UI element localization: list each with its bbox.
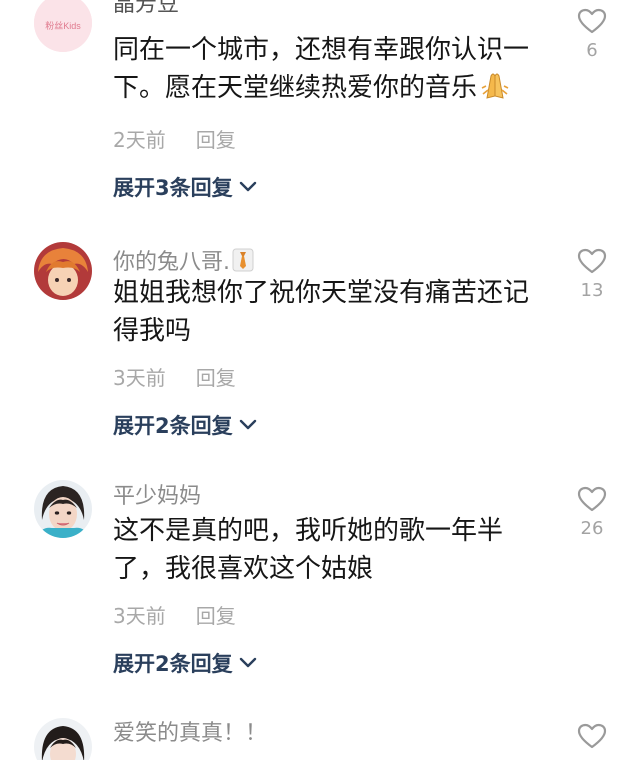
reply-button[interactable]: 回复: [196, 604, 236, 628]
avatar[interactable]: [34, 480, 92, 538]
avatar[interactable]: [34, 718, 92, 760]
photo-avatar-icon: [34, 718, 92, 760]
heart-icon: [577, 486, 607, 512]
comment-meta: 3天前 回复: [113, 600, 236, 629]
comment-time: 2天前: [113, 128, 166, 152]
chevron-down-icon: [239, 181, 256, 192]
comment-username-text: 你的兔八哥.: [113, 250, 230, 275]
chevron-down-icon: [239, 657, 256, 668]
avatar-badge-text: 粉丝Kids: [45, 20, 81, 31]
comment-text-line: 同在一个城市，还想有幸跟你认识一: [113, 35, 530, 65]
like-count: 26: [580, 518, 604, 539]
like-button[interactable]: [577, 486, 607, 516]
like-button[interactable]: [577, 723, 607, 753]
expand-replies-button[interactable]: 展开2条回复: [113, 410, 257, 440]
comment-meta: 3天前 回复: [113, 362, 236, 391]
expand-replies-button[interactable]: 展开2条回复: [113, 648, 257, 678]
avatar[interactable]: 粉丝Kids: [34, 0, 92, 52]
tie-icon: [232, 248, 254, 272]
heart-icon: [577, 248, 607, 274]
comment-text-line: 姐姐我想你了祝你天堂没有痛苦还记: [113, 278, 530, 308]
comment-text: 姐姐我想你了祝你天堂没有痛苦还记 得我吗: [113, 274, 553, 350]
comment-text: 同在一个城市，还想有幸跟你认识一 下。愿在天堂继续热爱你的音乐: [113, 31, 553, 111]
expand-replies-button[interactable]: 展开3条回复: [113, 172, 257, 202]
comment-text-line: 了，我很喜欢这个姑娘: [113, 554, 374, 584]
comment-text-line: 下。愿在天堂继续热爱你的音乐: [113, 69, 553, 111]
like-count: 13: [580, 280, 604, 301]
expand-replies-label: 展开3条回复: [113, 176, 233, 200]
folded-hands-icon: [479, 70, 511, 111]
comment-list: 粉丝Kids 晶芳豆 同在一个城市，还想有幸跟你认识一 下。愿在天堂继续热爱你的…: [0, 0, 640, 760]
reply-button[interactable]: 回复: [196, 128, 236, 152]
comment-time: 3天前: [113, 366, 166, 390]
heart-icon: [577, 723, 607, 749]
comment-meta: 2天前 回复: [113, 124, 236, 153]
reply-button[interactable]: 回复: [196, 366, 236, 390]
anime-avatar-icon: [34, 242, 92, 300]
heart-icon: [577, 8, 607, 34]
comment-username[interactable]: 平少妈妈: [113, 486, 201, 508]
comment-time: 3天前: [113, 604, 166, 628]
comment-username[interactable]: 晶芳豆: [113, 0, 179, 16]
like-button[interactable]: [577, 248, 607, 278]
comment-text-segment: 下。愿在天堂继续热爱你的音乐: [113, 73, 478, 103]
comment-text: 这不是真的吧，我听她的歌一年半 了，我很喜欢这个姑娘: [113, 512, 553, 588]
comment-username[interactable]: 爱笑的真真！！: [113, 723, 267, 745]
avatar-badge-icon: 粉丝Kids: [34, 0, 92, 52]
expand-replies-label: 展开2条回复: [113, 652, 233, 676]
chevron-down-icon: [239, 419, 256, 430]
expand-replies-label: 展开2条回复: [113, 414, 233, 438]
photo-avatar-icon: [34, 480, 92, 538]
comment-text-line: 这不是真的吧，我听她的歌一年半: [113, 516, 504, 546]
avatar[interactable]: [34, 242, 92, 300]
like-button[interactable]: [577, 8, 607, 38]
like-count: 6: [586, 40, 598, 61]
comment-text-line: 得我吗: [113, 316, 192, 346]
comment-username[interactable]: 你的兔八哥.: [113, 248, 254, 274]
